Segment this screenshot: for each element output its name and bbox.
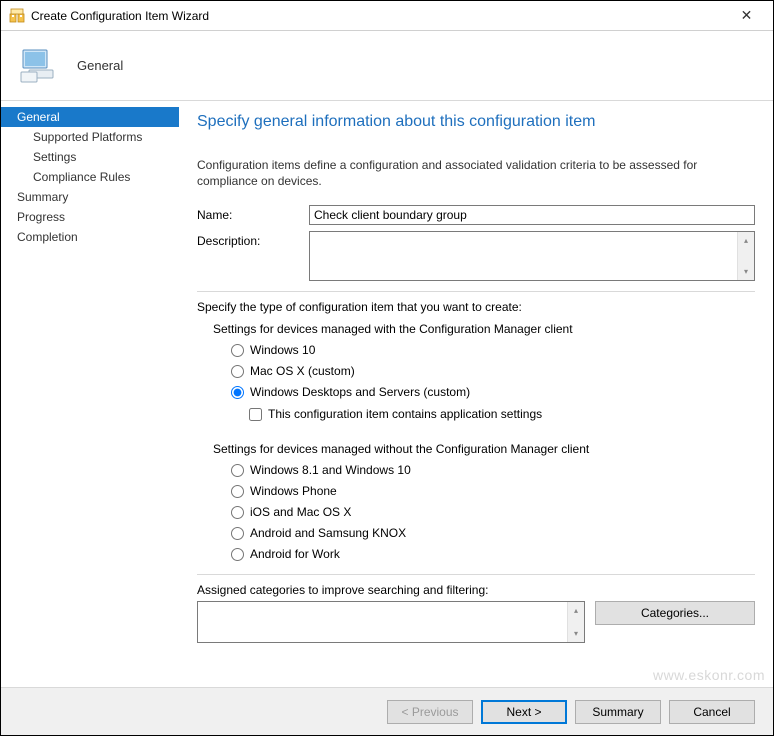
sidebar-item-compliance-rules[interactable]: Compliance Rules bbox=[1, 167, 179, 187]
content-pane: Specify general information about this c… bbox=[179, 101, 773, 687]
sidebar-item-general[interactable]: General bbox=[1, 107, 179, 127]
radio-row: Windows 10 bbox=[231, 340, 755, 360]
footer: < Previous Next > Summary Cancel bbox=[1, 687, 773, 735]
sidebar-item-supported-platforms[interactable]: Supported Platforms bbox=[1, 127, 179, 147]
radio-android-and-samsung-knox[interactable] bbox=[231, 527, 244, 540]
radio-windows-8-1-and-windows-10[interactable] bbox=[231, 464, 244, 477]
name-input[interactable] bbox=[309, 205, 755, 225]
radio-label[interactable]: Windows 8.1 and Windows 10 bbox=[250, 463, 411, 477]
app-settings-checkbox[interactable] bbox=[249, 408, 262, 421]
wizard-sidebar: GeneralSupported PlatformsSettingsCompli… bbox=[1, 101, 179, 687]
radio-label[interactable]: iOS and Mac OS X bbox=[250, 505, 351, 519]
cancel-button[interactable]: Cancel bbox=[669, 700, 755, 724]
radio-row: iOS and Mac OS X bbox=[231, 502, 755, 522]
sidebar-item-completion[interactable]: Completion bbox=[1, 227, 179, 247]
scrollbar[interactable]: ▴ ▾ bbox=[737, 232, 754, 280]
previous-button: < Previous bbox=[387, 700, 473, 724]
app-settings-row: This configuration item contains applica… bbox=[249, 404, 755, 424]
radio-label[interactable]: Android for Work bbox=[250, 547, 340, 561]
sidebar-item-progress[interactable]: Progress bbox=[1, 207, 179, 227]
header-band: General bbox=[1, 31, 773, 101]
categories-button[interactable]: Categories... bbox=[595, 601, 755, 625]
radio-label[interactable]: Android and Samsung KNOX bbox=[250, 526, 406, 540]
main-area: GeneralSupported PlatformsSettingsCompli… bbox=[1, 101, 773, 687]
radio-row: Windows Desktops and Servers (custom) bbox=[231, 382, 755, 402]
categories-row: ▴ ▾ Categories... bbox=[197, 601, 755, 643]
divider bbox=[197, 291, 755, 292]
radio-android-for-work[interactable] bbox=[231, 548, 244, 561]
radio-windows-phone[interactable] bbox=[231, 485, 244, 498]
radio-row: Windows Phone bbox=[231, 481, 755, 501]
radio-label[interactable]: Windows Phone bbox=[250, 484, 337, 498]
description-label: Description: bbox=[197, 231, 309, 248]
page-heading: Specify general information about this c… bbox=[197, 113, 755, 131]
scroll-up-icon[interactable]: ▴ bbox=[738, 232, 754, 249]
description-row: Description: ▴ ▾ bbox=[197, 231, 755, 281]
radio-label[interactable]: Mac OS X (custom) bbox=[250, 364, 355, 378]
scroll-down-icon[interactable]: ▾ bbox=[738, 263, 754, 280]
next-button[interactable]: Next > bbox=[481, 700, 567, 724]
scroll-up-icon[interactable]: ▴ bbox=[568, 602, 584, 619]
app-icon bbox=[9, 8, 25, 24]
scrollbar[interactable]: ▴ ▾ bbox=[567, 602, 584, 642]
app-settings-label[interactable]: This configuration item contains applica… bbox=[268, 407, 542, 421]
radio-row: Android and Samsung KNOX bbox=[231, 523, 755, 543]
window-title: Create Configuration Item Wizard bbox=[31, 9, 724, 23]
summary-button[interactable]: Summary bbox=[575, 700, 661, 724]
radio-windows-desktops-and-servers-custom-[interactable] bbox=[231, 386, 244, 399]
name-row: Name: bbox=[197, 205, 755, 225]
group-with-label: Settings for devices managed with the Co… bbox=[213, 322, 755, 336]
description-wrap: ▴ ▾ bbox=[309, 231, 755, 281]
radio-label[interactable]: Windows 10 bbox=[250, 343, 315, 357]
description-input[interactable] bbox=[310, 232, 737, 280]
radio-row: Windows 8.1 and Windows 10 bbox=[231, 460, 755, 480]
intro-text: Configuration items define a configurati… bbox=[197, 157, 755, 189]
categories-box: ▴ ▾ bbox=[197, 601, 585, 643]
sidebar-item-settings[interactable]: Settings bbox=[1, 147, 179, 167]
categories-label: Assigned categories to improve searching… bbox=[197, 583, 755, 597]
group-without-label: Settings for devices managed without the… bbox=[213, 442, 755, 456]
radio-mac-os-x-custom-[interactable] bbox=[231, 365, 244, 378]
radio-row: Android for Work bbox=[231, 544, 755, 564]
type-heading: Specify the type of configuration item t… bbox=[197, 300, 755, 314]
sidebar-item-summary[interactable]: Summary bbox=[1, 187, 179, 207]
radio-windows-10[interactable] bbox=[231, 344, 244, 357]
name-label: Name: bbox=[197, 205, 309, 222]
radio-label[interactable]: Windows Desktops and Servers (custom) bbox=[250, 385, 470, 399]
close-button[interactable]: ✕ bbox=[724, 2, 769, 30]
titlebar: Create Configuration Item Wizard ✕ bbox=[1, 1, 773, 31]
radio-row: Mac OS X (custom) bbox=[231, 361, 755, 381]
divider-2 bbox=[197, 574, 755, 575]
computer-icon bbox=[19, 46, 61, 86]
scroll-down-icon[interactable]: ▾ bbox=[568, 625, 584, 642]
radio-ios-and-mac-os-x[interactable] bbox=[231, 506, 244, 519]
header-title: General bbox=[77, 58, 123, 73]
